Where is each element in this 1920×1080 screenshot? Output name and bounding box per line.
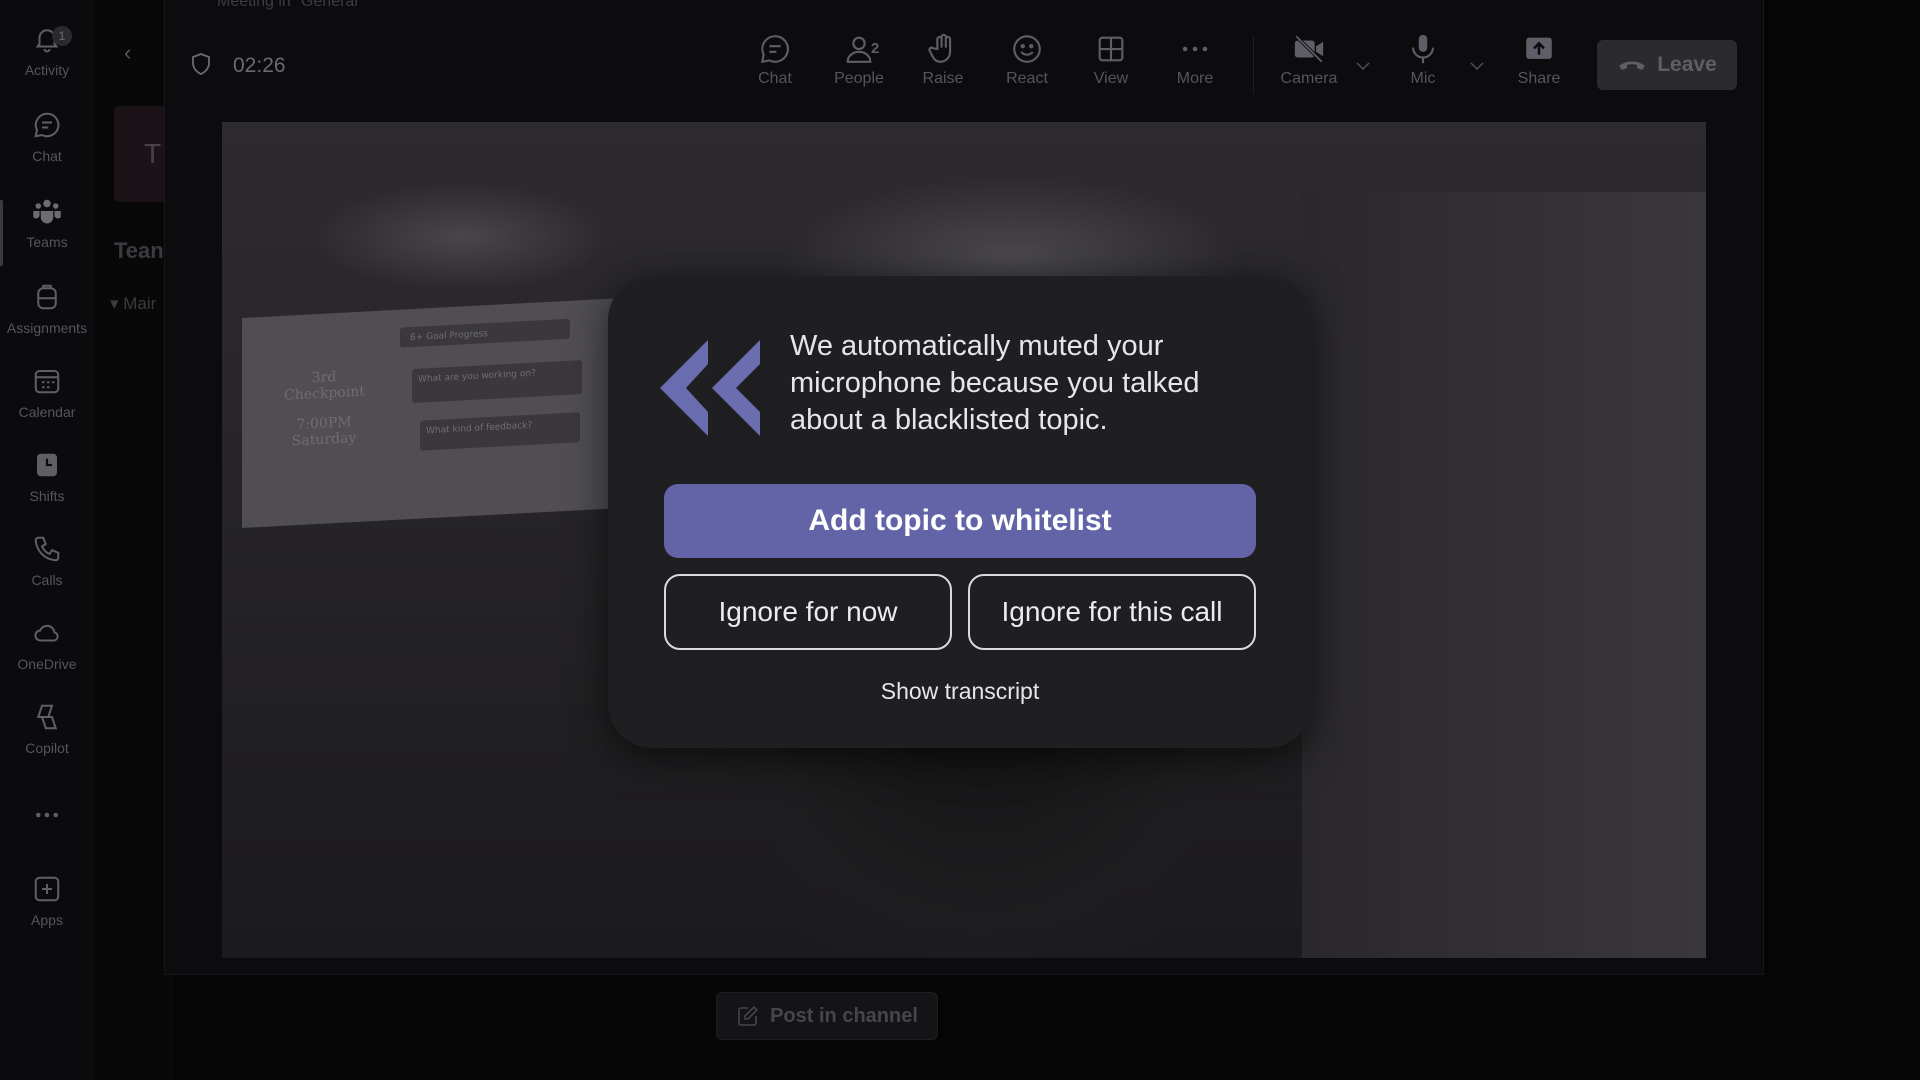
leave-button[interactable]: Leave — [1597, 40, 1737, 90]
rail-label: OneDrive — [17, 656, 77, 672]
share-tray-icon — [1526, 37, 1552, 59]
team-heading: Tean — [114, 238, 164, 263]
rail-item-onedrive[interactable]: OneDrive — [0, 618, 94, 694]
meeting-toolbar: 02:26 Chat 2 People Raise React View Mor… — [165, 18, 1763, 110]
people-button[interactable]: 2 People — [817, 32, 901, 102]
sticky-note: What kind of feedback? — [420, 412, 580, 451]
backpack-icon — [37, 284, 57, 310]
leave-button-label: Leave — [1657, 53, 1717, 76]
more-button-label: More — [1176, 70, 1214, 87]
hand-icon — [928, 33, 952, 63]
rail-more-button[interactable] — [0, 800, 94, 836]
rail-item-copilot[interactable]: Copilot — [0, 702, 94, 778]
auto-mute-dialog: We automatically muted your microphone b… — [608, 276, 1312, 748]
ignore-for-this-call-button[interactable]: Ignore for this call — [968, 574, 1256, 650]
rail-item-activity[interactable]: 1 Activity — [0, 24, 94, 100]
ceiling-light — [312, 182, 612, 292]
raise-button-label: Raise — [922, 70, 964, 87]
board-line: Checkpoint — [284, 383, 365, 404]
compose-icon — [738, 1005, 759, 1026]
mic-options-chevron-icon[interactable] — [1465, 54, 1489, 78]
team-channel-label: Mair — [123, 294, 157, 313]
camera-off-icon — [1294, 35, 1324, 63]
react-button-label: React — [1006, 70, 1048, 87]
add-topic-to-whitelist-button[interactable]: Add topic to whitelist — [664, 484, 1256, 558]
more-dots-icon — [1182, 46, 1208, 52]
camera-button[interactable]: Camera — [1267, 32, 1351, 102]
view-button[interactable]: View — [1069, 32, 1153, 102]
board-text: 3rd Checkpoint 7:00PM Saturday — [284, 368, 365, 450]
post-in-channel-label: Post in channel — [770, 1004, 918, 1027]
note-text: 6+ Goal Progress — [410, 329, 488, 344]
meeting-title: Meeting in "General" — [217, 0, 364, 10]
app-rail: 1 Activity Chat Teams Assignments Calend… — [0, 0, 94, 1080]
rail-item-apps[interactable]: Apps — [0, 874, 94, 950]
grid-view-icon — [1098, 36, 1124, 62]
view-button-label: View — [1093, 70, 1129, 87]
team-tile-letter: T — [144, 138, 162, 169]
mic-button-label: Mic — [1410, 70, 1436, 87]
teams-icon — [33, 199, 61, 224]
rail-label: Shifts — [29, 488, 65, 504]
sticky-note: What are you working on? — [412, 360, 582, 404]
show-transcript-link[interactable]: Show transcript — [608, 678, 1312, 705]
back-arrow-icon[interactable]: ‹ — [124, 40, 131, 66]
smiley-icon — [1013, 35, 1041, 63]
chat-button-label: Chat — [758, 70, 792, 87]
sticky-note: 6+ Goal Progress — [400, 318, 570, 348]
more-button[interactable]: More — [1153, 32, 1237, 102]
people-count: 2 — [871, 40, 880, 57]
more-horizontal-icon — [36, 812, 58, 818]
note-text: What kind of feedback? — [426, 420, 533, 437]
board-line: Saturday — [291, 429, 357, 450]
raise-hand-button[interactable]: Raise — [901, 32, 985, 102]
dialog-message: We automatically muted your microphone b… — [790, 330, 1200, 436]
camera-options-chevron-icon[interactable] — [1351, 54, 1375, 78]
share-button[interactable]: Share — [1497, 32, 1581, 102]
rail-item-calendar[interactable]: Calendar — [0, 366, 94, 442]
cloud-icon — [34, 624, 59, 642]
meeting-timer: 02:26 — [233, 54, 286, 77]
rail-label: Copilot — [25, 740, 69, 756]
team-channel-item[interactable]: ▾ Mair — [110, 294, 156, 314]
rail-item-teams[interactable]: Teams — [0, 196, 94, 272]
react-button[interactable]: React — [985, 32, 1069, 102]
chat-bubble-icon — [760, 35, 789, 64]
shield-icon — [192, 53, 210, 75]
post-in-channel-button[interactable]: Post in channel — [716, 992, 938, 1040]
phone-icon — [34, 536, 60, 562]
rail-label: Chat — [32, 148, 62, 164]
calendar-icon — [34, 370, 60, 394]
chat-icon — [34, 112, 60, 138]
chat-button[interactable]: Chat — [733, 32, 817, 102]
ignore-for-now-button[interactable]: Ignore for now — [664, 574, 952, 650]
rail-item-calls[interactable]: Calls — [0, 534, 94, 610]
hang-up-icon — [1619, 61, 1646, 70]
rail-item-shifts[interactable]: Shifts — [0, 450, 94, 526]
rail-label: Activity — [24, 62, 70, 78]
shifts-icon — [37, 453, 57, 477]
whiteboard-wall — [1302, 192, 1706, 958]
activity-badge: 1 — [52, 26, 72, 46]
rail-item-assignments[interactable]: Assignments — [0, 282, 94, 358]
share-button-label: Share — [1517, 70, 1561, 87]
people-button-label: People — [834, 70, 884, 87]
double-chevron-left-icon — [660, 340, 760, 436]
rail-label: Teams — [26, 234, 68, 250]
plus-square-icon — [34, 876, 60, 902]
rail-label: Calls — [31, 572, 63, 588]
rail-label: Calendar — [18, 404, 76, 420]
rail-label: Apps — [31, 912, 63, 928]
mic-button[interactable]: Mic — [1381, 32, 1465, 102]
rail-label: Assignments — [6, 320, 88, 336]
sign-board: 3rd Checkpoint 7:00PM Saturday 6+ Goal P… — [242, 298, 622, 528]
teams-window: 1 Activity Chat Teams Assignments Calend… — [0, 0, 1920, 1080]
camera-button-label: Camera — [1280, 70, 1338, 87]
rail-item-chat[interactable]: Chat — [0, 110, 94, 186]
copilot-icon — [36, 704, 58, 730]
microphone-icon — [1412, 34, 1434, 64]
note-text: What are you working on? — [418, 368, 536, 385]
toolbar-divider — [1253, 36, 1254, 94]
